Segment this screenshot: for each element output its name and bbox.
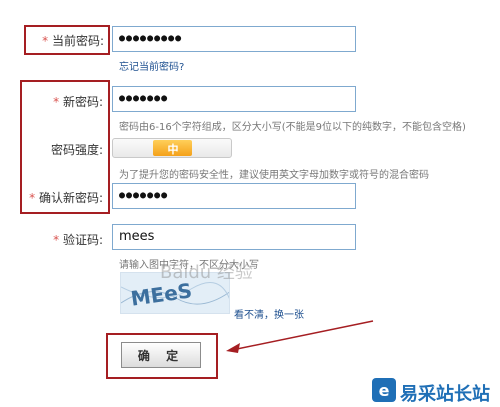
new-password-hint: 密码由6-16个字符组成，区分大小写(不能是9位以下的纯数字，不能包含空格): [119, 122, 466, 133]
new-password-input[interactable]: ●●●●●●●: [112, 86, 356, 112]
password-strength-meter: 中: [112, 138, 232, 158]
forgot-password-link[interactable]: 忘记当前密码?: [119, 58, 184, 73]
required-star: *: [53, 233, 60, 247]
strength-hint: 为了提升您的密码安全性，建议使用英文字母加数字或符号的混合密码: [119, 170, 429, 181]
brand-logo: e 易采站长站: [368, 374, 500, 407]
required-star: *: [53, 95, 60, 109]
annotation-arrow: [226, 320, 374, 353]
confirm-password-label: * 确认新密码:: [22, 189, 103, 206]
strength-label: 密码强度:: [50, 143, 103, 157]
new-password-label: * 新密码:: [24, 93, 103, 110]
required-star: *: [42, 34, 49, 48]
submit-button[interactable]: 确 定: [121, 342, 201, 368]
strength-level-text: 中: [167, 143, 179, 156]
current-password-label-text: 当前密码:: [51, 34, 104, 48]
confirm-password-label-text: 确认新密码:: [38, 191, 103, 205]
captcha-label: * 验证码:: [24, 231, 103, 248]
new-password-label-text: 新密码:: [62, 95, 103, 109]
current-password-input[interactable]: ●●●●●●●●●: [112, 26, 356, 52]
required-star: *: [29, 191, 36, 205]
brand-logo-text: 易采站长站: [400, 384, 490, 405]
watermark: Baidu 经验: [160, 262, 253, 283]
captcha-label-text: 验证码:: [62, 233, 103, 247]
confirm-password-input[interactable]: ●●●●●●●: [112, 183, 356, 209]
current-password-label: * 当前密码:: [28, 32, 104, 49]
captcha-input[interactable]: mees: [112, 224, 356, 250]
brand-logo-icon: e: [372, 378, 396, 402]
